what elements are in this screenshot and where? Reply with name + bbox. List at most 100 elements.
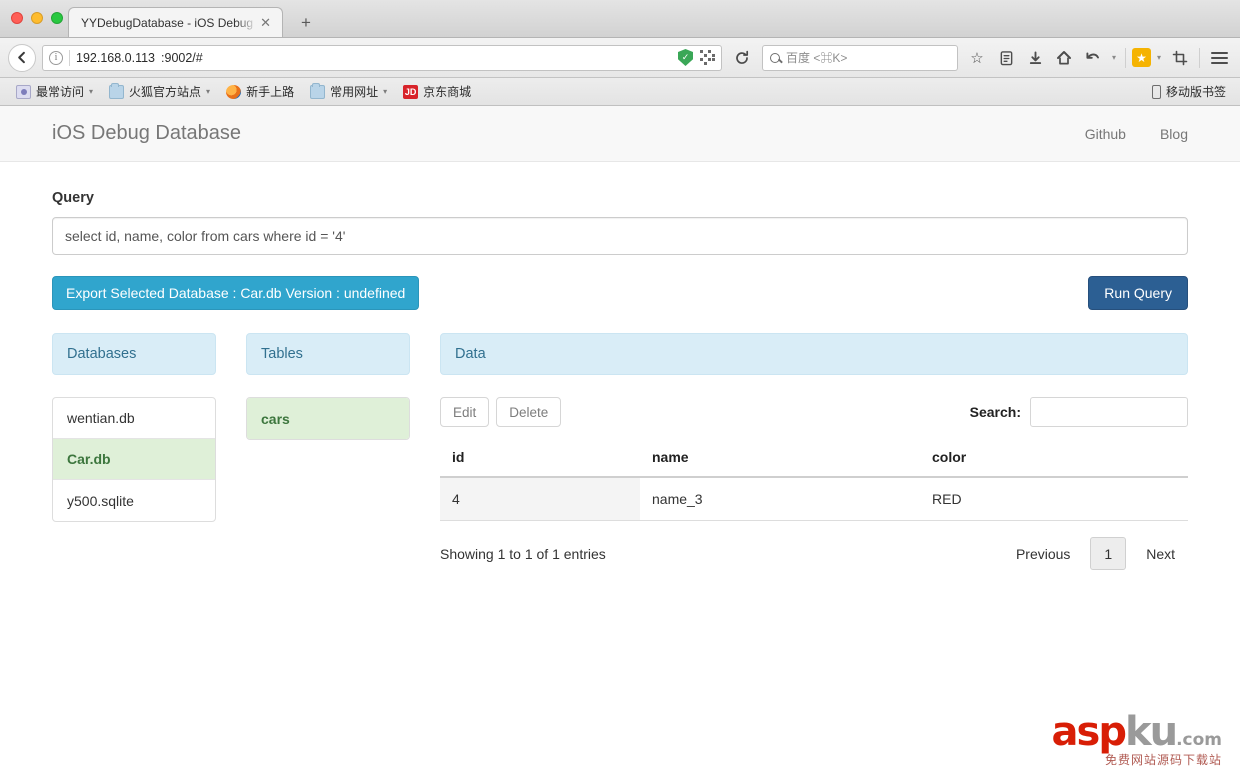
pocket-star-icon[interactable]: ★ <box>1132 48 1151 67</box>
bookmark-label: 移动版书签 <box>1165 85 1226 99</box>
maximize-window-button[interactable] <box>51 12 63 24</box>
databases-panel: Databases wentian.db Car.db y500.sqlite <box>52 333 216 570</box>
edit-button[interactable]: Edit <box>440 397 490 427</box>
bookmark-jd[interactable]: JD 京东商城 <box>397 81 477 102</box>
data-panel: Data Edit Delete Search: id name color 4… <box>440 333 1188 570</box>
chevron-down-icon[interactable]: ▾ <box>89 87 93 96</box>
navigation-toolbar: i 192.168.0.113 :9002/# ✓ 百度 <⌘K> ☆ ▾ ★ … <box>0 38 1240 78</box>
tables-panel: Tables cars <box>246 333 410 570</box>
table-row[interactable]: 4 name_3 RED <box>440 477 1188 521</box>
address-bar-actions: ✓ <box>678 49 715 66</box>
list-item[interactable]: wentian.db <box>53 398 215 439</box>
address-bar[interactable]: i 192.168.0.113 :9002/# ✓ <box>42 44 722 71</box>
list-item[interactable]: Car.db <box>53 439 215 480</box>
delete-button[interactable]: Delete <box>496 397 562 427</box>
bookmark-label: 最常访问 <box>36 85 85 99</box>
run-query-button[interactable]: Run Query <box>1088 276 1188 310</box>
info-icon[interactable]: i <box>49 50 63 65</box>
site-nav: Github Blog <box>1085 126 1188 142</box>
close-window-button[interactable] <box>11 12 23 24</box>
bookmark-label: 新手上路 <box>246 85 295 99</box>
search-icon <box>770 52 780 63</box>
chevron-down-icon[interactable]: ▾ <box>206 87 210 96</box>
chevron-down-icon[interactable]: ▾ <box>1154 53 1164 62</box>
watermark-subtitle: 免费网站源码下载站 <box>1104 753 1222 767</box>
reload-icon[interactable] <box>728 44 756 72</box>
folder-icon <box>310 82 326 99</box>
tab-strip: YYDebugDatabase - iOS Debug D ✕ + <box>0 0 1240 38</box>
url-host: 192.168.0.113 <box>76 50 156 65</box>
pagination-previous[interactable]: Previous <box>1003 537 1083 570</box>
window-controls[interactable] <box>11 12 63 24</box>
list-item[interactable]: y500.sqlite <box>53 480 215 521</box>
query-label: Query <box>52 190 94 206</box>
watermark-ku: ku <box>1124 709 1178 755</box>
data-toolbar: Edit Delete Search: <box>440 397 1188 427</box>
new-tab-button[interactable]: + <box>293 13 319 33</box>
bookmark-most-visited[interactable]: 最常访问 ▾ <box>10 81 99 102</box>
column-header-color[interactable]: color <box>920 449 1188 478</box>
browser-window: YYDebugDatabase - iOS Debug D ✕ + i 192.… <box>0 0 1240 774</box>
watermark-text: aspku.com <box>1052 712 1222 752</box>
watermark-logo: aspku.com 免费网站源码下载站 <box>1052 712 1222 766</box>
minimize-window-button[interactable] <box>31 12 43 24</box>
menu-hamburger-icon[interactable] <box>1206 45 1232 71</box>
pagination-page-1[interactable]: 1 <box>1090 537 1127 570</box>
bookmark-getting-started[interactable]: 新手上路 <box>220 81 300 102</box>
bookmark-mobile[interactable]: 移动版书签 <box>1151 83 1230 100</box>
list-item[interactable]: cars <box>247 398 409 439</box>
databases-list: wentian.db Car.db y500.sqlite <box>52 397 216 522</box>
nav-link-blog[interactable]: Blog <box>1160 126 1188 142</box>
action-row: Export Selected Database : Car.db Versio… <box>52 276 1188 310</box>
query-input-value: select id, name, color from cars where i… <box>65 228 346 244</box>
history-back-icon[interactable] <box>1080 45 1106 71</box>
screenshot-icon[interactable] <box>1167 45 1193 71</box>
pagination: Previous 1 Next <box>1003 537 1188 570</box>
url-path: :9002/# <box>161 50 203 65</box>
watermark-com: .com <box>1176 730 1222 750</box>
tab-title: YYDebugDatabase - iOS Debug D <box>81 15 258 30</box>
browser-search-placeholder: 百度 <⌘K> <box>786 51 848 65</box>
shield-check-icon[interactable]: ✓ <box>678 49 693 66</box>
chevron-down-icon[interactable]: ▾ <box>383 87 387 96</box>
reader-list-icon[interactable] <box>993 45 1019 71</box>
panels-row: Databases wentian.db Car.db y500.sqlite … <box>52 333 1188 570</box>
data-panel-header: Data <box>440 333 1188 375</box>
bookmark-common-sites[interactable]: 常用网址 ▾ <box>304 81 393 102</box>
column-header-name[interactable]: name <box>640 449 920 478</box>
bookmark-label: 火狐官方站点 <box>129 85 202 99</box>
query-input[interactable]: select id, name, color from cars where i… <box>52 217 1188 255</box>
phone-icon <box>1151 84 1161 99</box>
pagination-next[interactable]: Next <box>1133 537 1188 570</box>
downloads-icon[interactable] <box>1022 45 1048 71</box>
divider <box>1125 47 1126 68</box>
bookmark-star-icon[interactable]: ☆ <box>964 45 990 71</box>
column-header-id[interactable]: id <box>440 449 640 478</box>
watermark-asp: asp <box>1051 709 1127 755</box>
chevron-down-icon[interactable]: ▾ <box>1109 53 1119 62</box>
bookmark-firefox-official[interactable]: 火狐官方站点 ▾ <box>103 81 216 102</box>
close-icon[interactable]: ✕ <box>257 15 274 31</box>
home-icon[interactable] <box>1051 45 1077 71</box>
nav-link-github[interactable]: Github <box>1085 126 1126 142</box>
tables-panel-header: Tables <box>246 333 410 375</box>
main-container: Query select id, name, color from cars w… <box>0 190 1240 570</box>
search-label: Search: <box>969 404 1021 420</box>
bookmark-label: 常用网址 <box>330 85 379 99</box>
data-table: id name color 4 name_3 RED <box>440 449 1188 521</box>
divider <box>1199 47 1200 68</box>
databases-panel-header: Databases <box>52 333 216 375</box>
table-header: id name color <box>440 449 1188 478</box>
search-input[interactable] <box>1030 397 1188 427</box>
cell-id: 4 <box>440 477 640 521</box>
browser-search-box[interactable]: 百度 <⌘K> <box>762 44 958 71</box>
data-panel-body: Edit Delete Search: id name color 4 name… <box>440 397 1188 570</box>
browser-tab[interactable]: YYDebugDatabase - iOS Debug D ✕ <box>68 7 283 37</box>
cell-color: RED <box>920 477 1188 521</box>
page-content: iOS Debug Database Github Blog Query sel… <box>0 106 1240 774</box>
toolbar-icons: ☆ ▾ ★ ▾ <box>964 45 1232 71</box>
page-title: iOS Debug Database <box>52 122 242 144</box>
export-database-button[interactable]: Export Selected Database : Car.db Versio… <box>52 276 420 310</box>
qr-code-icon[interactable] <box>700 50 715 65</box>
back-arrow-icon[interactable] <box>8 43 36 72</box>
